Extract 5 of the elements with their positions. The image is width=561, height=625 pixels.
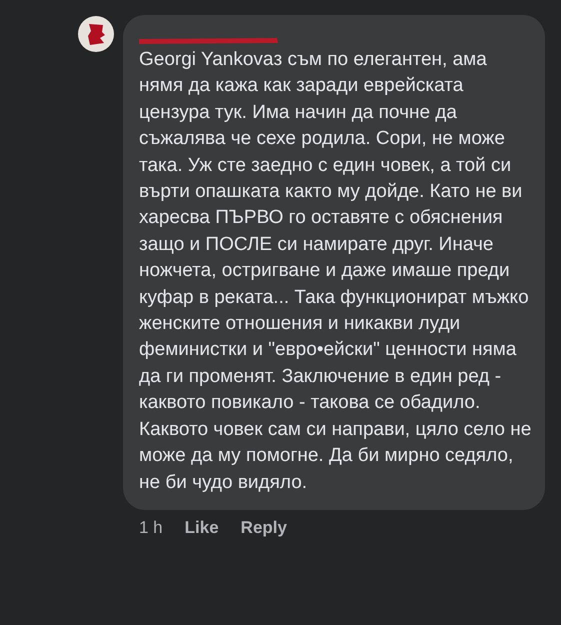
comment-action-link[interactable]: Reply: [240, 518, 287, 538]
avatar-icon[interactable]: [78, 16, 114, 52]
comment-text: Georgi Yankovaз съм по елегантен, ама нямя да кажа как заради еврейската цензура тук. Има начин да почне да съжалява че сехе родила. Сори, не може така. Уж сте заедно с един човек, а той си върти опашката както му дойде. Като не ви харесва ПЪРВО го оставяте с обяснения защо и ПОСЛЕ си намирате друг. Иначе ножчета, остригване и даже имаше преди куфар в реката... Така функционират мъжко женските отношения и никакви луди феминистки и "евро•ейски" ценности няма да ги променят. Заключение в един ред - каквото повикало - такова се обадило. Каквото човек сам си направи, цяло село не може да му помогне. Да би мирно седяло, не би чудо видяло.: [139, 48, 532, 494]
comment-action-link[interactable]: Like: [184, 518, 219, 538]
comment-time: 1 h: [139, 518, 163, 538]
